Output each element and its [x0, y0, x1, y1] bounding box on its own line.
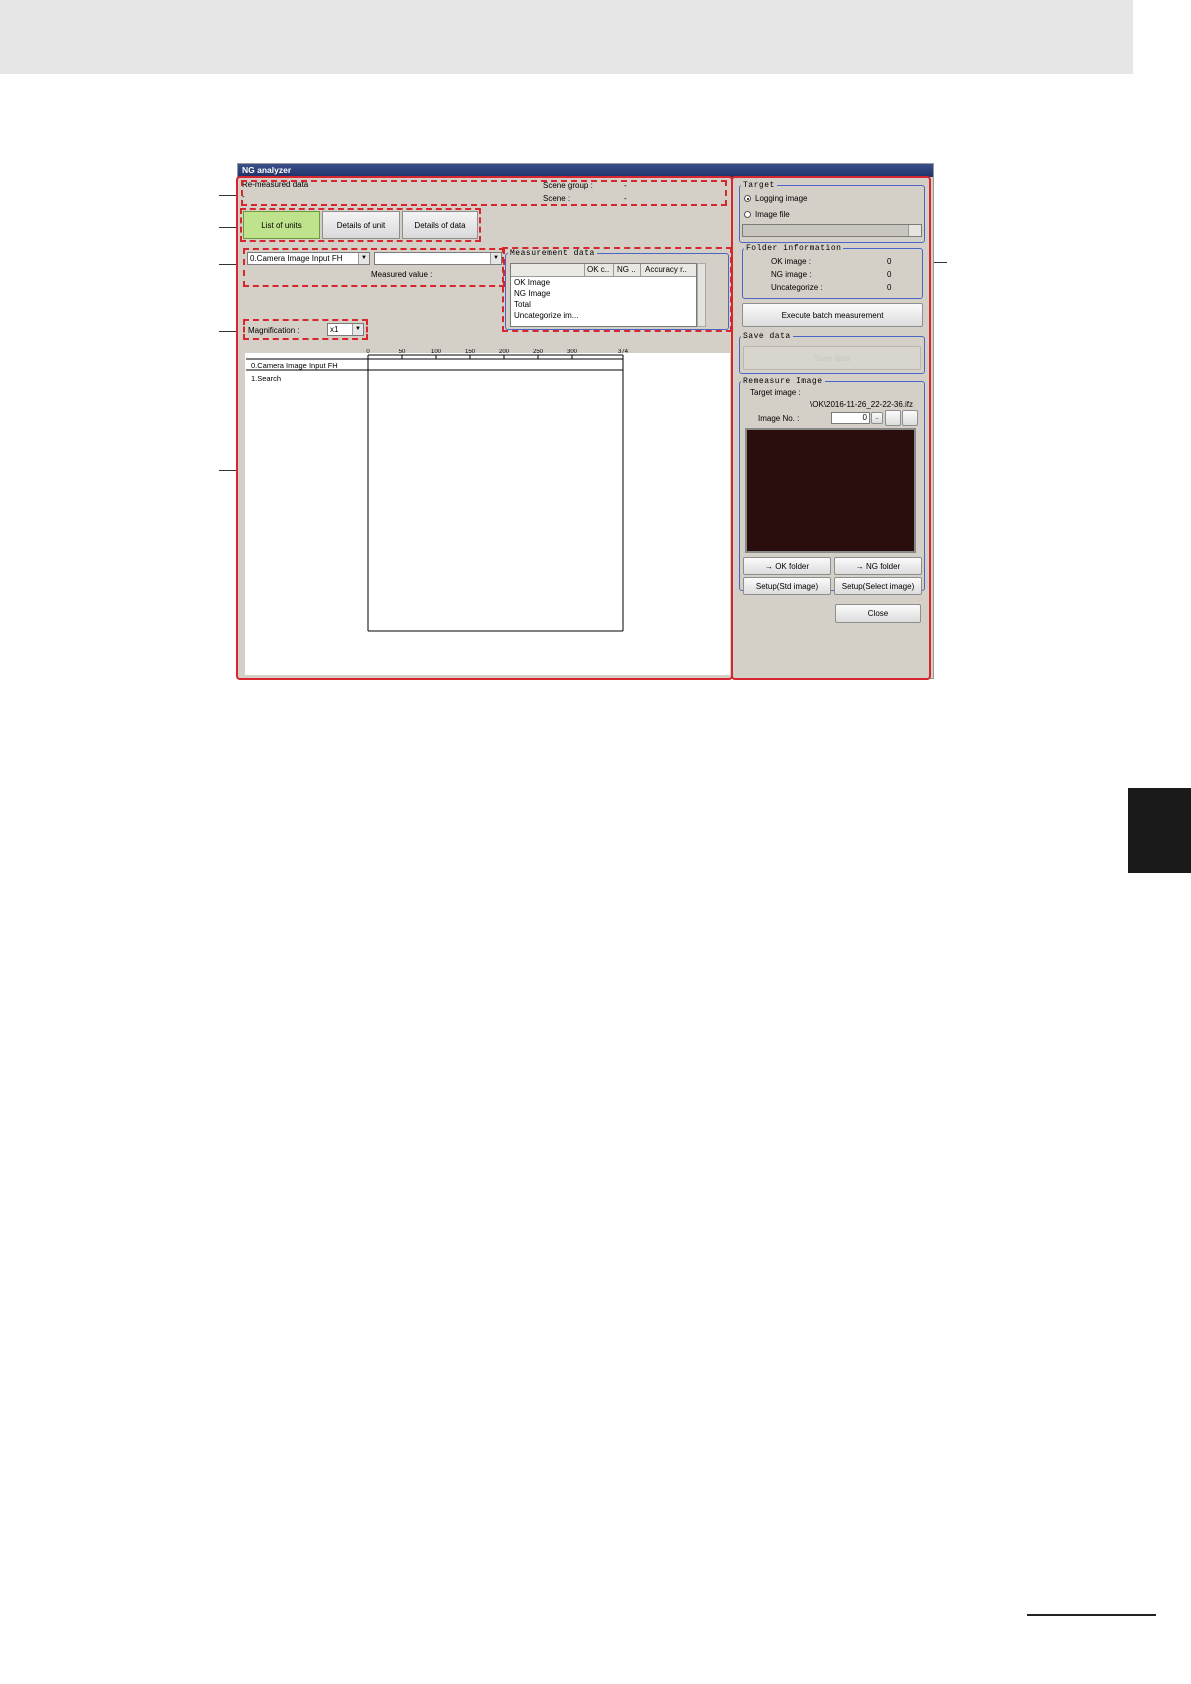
- page-header-band: [0, 0, 1133, 74]
- footer-rule: [1027, 1614, 1156, 1616]
- chapter-tab: [1128, 788, 1191, 873]
- main-panel-highlight: [236, 176, 733, 680]
- right-panel-highlight: [731, 176, 931, 680]
- ng-analyzer-window: NG analyzer Re-measured data - Scene gro…: [236, 163, 934, 680]
